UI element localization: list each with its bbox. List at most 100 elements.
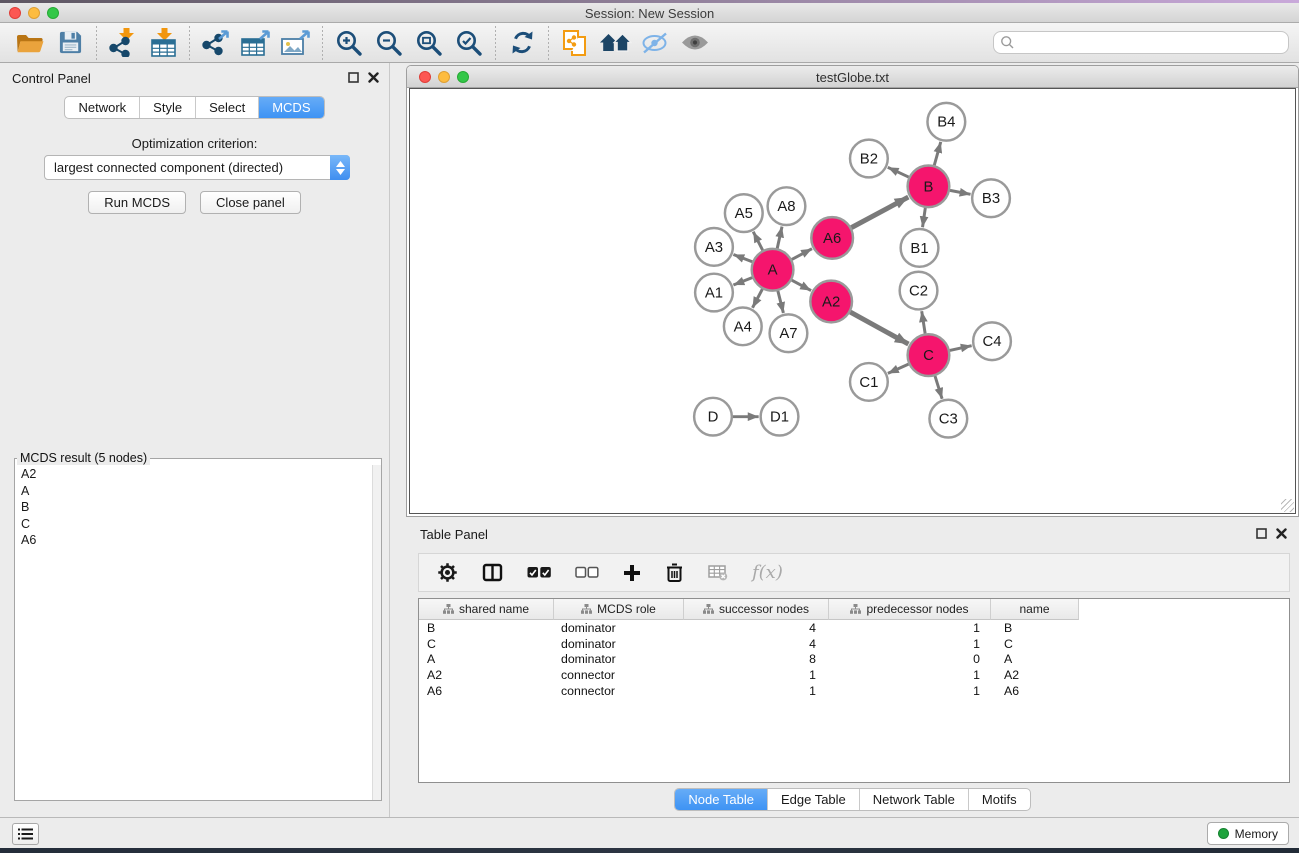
graph-node-C2[interactable]: C2 bbox=[900, 272, 938, 310]
float-panel-icon[interactable] bbox=[1256, 528, 1267, 539]
table-row[interactable]: Bdominator41B bbox=[419, 620, 1289, 636]
result-item[interactable]: A bbox=[21, 483, 371, 500]
graph-node-C1[interactable]: C1 bbox=[850, 363, 888, 401]
show-all-views-icon[interactable] bbox=[595, 26, 635, 60]
graph-node-A2[interactable]: A2 bbox=[810, 281, 852, 323]
split-view-icon[interactable] bbox=[482, 563, 503, 582]
graph-node-D[interactable]: D bbox=[694, 398, 732, 436]
open-session-icon[interactable] bbox=[10, 26, 50, 60]
graph-edge-A-A3[interactable] bbox=[733, 254, 752, 261]
refresh-view-icon[interactable] bbox=[502, 26, 542, 60]
column-header[interactable]: shared name bbox=[419, 599, 554, 620]
graph-node-B3[interactable]: B3 bbox=[972, 179, 1010, 217]
zoom-fit-icon[interactable] bbox=[409, 26, 449, 60]
add-column-icon[interactable] bbox=[623, 564, 641, 582]
network-window-titlebar[interactable]: testGlobe.txt bbox=[407, 66, 1298, 88]
tab-motifs[interactable]: Motifs bbox=[969, 789, 1030, 810]
table-settings-icon[interactable] bbox=[437, 562, 458, 583]
graph-edge-C-C4[interactable] bbox=[950, 346, 972, 351]
graph-edge-A-A8[interactable] bbox=[777, 227, 782, 249]
memory-button[interactable]: Memory bbox=[1207, 822, 1289, 845]
graph-node-A8[interactable]: A8 bbox=[768, 187, 806, 225]
table-row[interactable]: Adominator80A bbox=[419, 652, 1289, 668]
tab-select[interactable]: Select bbox=[196, 97, 259, 118]
network-snapshot-icon[interactable] bbox=[555, 26, 595, 60]
optimization-dropdown[interactable]: largest connected component (directed) bbox=[44, 155, 350, 180]
graph-node-A6[interactable]: A6 bbox=[811, 217, 853, 259]
select-all-checks-icon[interactable] bbox=[527, 566, 551, 579]
graph-edge-C-C3[interactable] bbox=[935, 376, 942, 399]
zoom-in-icon[interactable] bbox=[329, 26, 369, 60]
graph-edge-A-A7[interactable] bbox=[778, 291, 784, 313]
close-panel-icon[interactable] bbox=[1276, 528, 1287, 539]
tab-style[interactable]: Style bbox=[140, 97, 196, 118]
graph-node-B1[interactable]: B1 bbox=[901, 229, 939, 267]
run-mcds-button[interactable]: Run MCDS bbox=[88, 191, 186, 214]
function-builder-icon[interactable]: f(x) bbox=[752, 562, 783, 583]
graph-edge-B-B3[interactable] bbox=[950, 190, 971, 194]
column-header[interactable]: predecessor nodes bbox=[829, 599, 991, 620]
graph-node-A3[interactable]: A3 bbox=[695, 228, 733, 266]
float-panel-icon[interactable] bbox=[348, 72, 359, 83]
graph-edge-A-A6[interactable] bbox=[792, 249, 812, 260]
tab-network-table[interactable]: Network Table bbox=[860, 789, 969, 810]
graph-node-B[interactable]: B bbox=[908, 165, 950, 207]
close-panel-icon[interactable] bbox=[368, 72, 379, 83]
graph-edge-A2-C[interactable] bbox=[850, 312, 908, 344]
graph-node-B2[interactable]: B2 bbox=[850, 140, 888, 178]
tab-network[interactable]: Network bbox=[65, 97, 140, 118]
export-network-icon[interactable] bbox=[196, 26, 236, 60]
graph-edge-C-C1[interactable] bbox=[888, 364, 909, 373]
save-session-icon[interactable] bbox=[50, 26, 90, 60]
result-item[interactable]: B bbox=[21, 499, 371, 516]
graph-edge-C-C2[interactable] bbox=[922, 311, 925, 333]
table-row[interactable]: A2connector11A2 bbox=[419, 667, 1289, 683]
deselect-all-checks-icon[interactable] bbox=[575, 566, 599, 579]
delete-columns-icon[interactable] bbox=[665, 562, 684, 583]
export-image-icon[interactable] bbox=[276, 26, 316, 60]
column-header[interactable]: name bbox=[991, 599, 1079, 620]
graph-edge-A-A4[interactable] bbox=[752, 289, 762, 308]
graph-node-A1[interactable]: A1 bbox=[695, 274, 733, 312]
tab-mcds[interactable]: MCDS bbox=[259, 97, 323, 118]
graph-node-D1[interactable]: D1 bbox=[761, 398, 799, 436]
birdseye-toggle-icon[interactable] bbox=[635, 26, 675, 60]
graph-node-A[interactable]: A bbox=[752, 249, 794, 291]
tab-edge-table[interactable]: Edge Table bbox=[768, 789, 860, 810]
network-canvas[interactable]: B4 B2 B B3 A8A5 A6 A3 B1 A A1 C2 A2 A4A7 C4 C C1 D D1 C3 bbox=[409, 88, 1296, 514]
task-history-button[interactable] bbox=[12, 823, 39, 845]
import-table-icon[interactable] bbox=[143, 26, 183, 60]
graph-node-A5[interactable]: A5 bbox=[725, 194, 763, 232]
graph-edge-A-A1[interactable] bbox=[733, 278, 752, 285]
graph-node-C4[interactable]: C4 bbox=[973, 322, 1011, 360]
table-row[interactable]: Cdominator41C bbox=[419, 636, 1289, 652]
graph-edge-A-A2[interactable] bbox=[792, 280, 811, 290]
visibility-toggle-icon[interactable] bbox=[675, 26, 715, 60]
graph-edge-B-B2[interactable] bbox=[888, 167, 909, 177]
column-header[interactable]: MCDS role bbox=[554, 599, 684, 620]
zoom-selected-icon[interactable] bbox=[449, 26, 489, 60]
graph-node-A7[interactable]: A7 bbox=[770, 314, 808, 352]
result-scrollbar[interactable] bbox=[372, 465, 381, 800]
close-panel-button[interactable]: Close panel bbox=[200, 191, 301, 214]
column-header[interactable]: successor nodes bbox=[684, 599, 829, 620]
table-row[interactable]: A6connector11A6 bbox=[419, 683, 1289, 699]
result-item[interactable]: C bbox=[21, 516, 371, 533]
graph-edge-B-B1[interactable] bbox=[923, 208, 926, 227]
result-item[interactable]: A6 bbox=[21, 532, 371, 549]
graph-node-C3[interactable]: C3 bbox=[929, 400, 967, 438]
import-network-icon[interactable] bbox=[103, 26, 143, 60]
graph-edge-A6-B[interactable] bbox=[851, 197, 908, 228]
zoom-out-icon[interactable] bbox=[369, 26, 409, 60]
delete-table-icon[interactable] bbox=[708, 564, 728, 581]
graph-edge-A-A5[interactable] bbox=[753, 232, 762, 251]
tab-node-table[interactable]: Node Table bbox=[675, 789, 768, 810]
search-input[interactable] bbox=[1015, 36, 1282, 50]
graph-edge-B-B4[interactable] bbox=[934, 142, 940, 165]
graph-node-A4[interactable]: A4 bbox=[724, 307, 762, 345]
export-table-icon[interactable] bbox=[236, 26, 276, 60]
result-item[interactable]: A2 bbox=[21, 466, 371, 483]
graph-node-C[interactable]: C bbox=[908, 334, 950, 376]
graph-node-B4[interactable]: B4 bbox=[927, 103, 965, 141]
window-resize-handle[interactable] bbox=[1281, 499, 1294, 512]
